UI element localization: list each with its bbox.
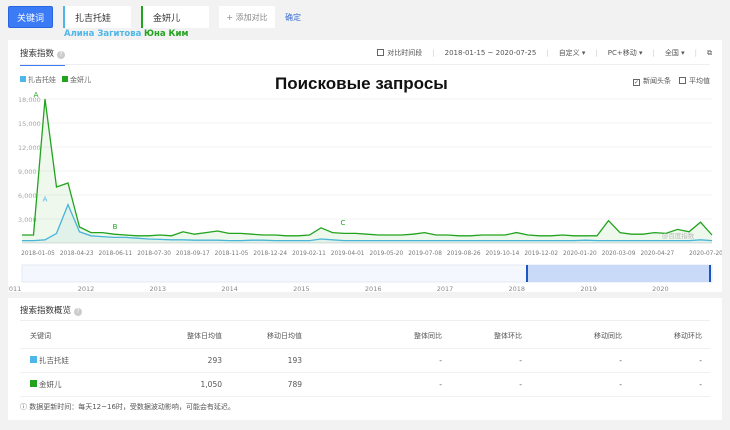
search-index-panel: 搜索指数? 对比时间段 | 2018-01-15 ~ 2020-07-25 | 自定… <box>8 40 722 292</box>
x-tick-label: 2019-05-20 <box>370 251 404 257</box>
x-tick-label: 2018-12-24 <box>253 251 287 257</box>
y-tick-label: 6,000 <box>18 192 37 200</box>
keyword-caption-2: Юна Ким <box>144 29 189 39</box>
col-overall-mom: 整体环比 <box>450 324 530 349</box>
cell: - <box>310 372 450 397</box>
cell: 293 <box>120 348 230 373</box>
color-swatch <box>30 379 37 387</box>
update-note: ⓘ 数据更新时间：每天12~16时，受数据波动影响，可能会有延迟。 <box>20 403 235 411</box>
confirm-link[interactable]: 确定 <box>285 12 301 23</box>
watermark: @百度指数 <box>662 231 695 240</box>
cell: - <box>530 348 630 373</box>
keyword-input-2[interactable]: 金妍儿 <box>141 6 209 28</box>
col-overall-avg: 整体日均值 <box>120 324 230 349</box>
table-header: 关键词 整体日均值 移动日均值 整体同比 整体环比 移动同比 移动环比 <box>20 324 710 349</box>
x-tick-label: 2018-07-30 <box>137 251 171 257</box>
annotation-marker: B <box>113 223 118 231</box>
col-keyword: 关键词 <box>20 324 120 349</box>
col-mobile-yoy: 移动同比 <box>530 324 630 349</box>
keyword-caption-1: Алина Загитова <box>64 29 142 39</box>
timeline-year-label: 2014 <box>221 285 238 292</box>
y-tick-label: 15,000 <box>18 120 41 128</box>
col-mobile-avg: 移动日均值 <box>230 324 310 349</box>
cell: 1,050 <box>120 372 230 397</box>
x-tick-label: 2019-07-08 <box>408 251 442 257</box>
x-tick-label: 2019-12-02 <box>524 251 558 257</box>
x-tick-label: 2018-04-23 <box>60 251 94 257</box>
timeline-year-label: 2017 <box>437 285 454 292</box>
add-compare-button[interactable]: + 添加对比 <box>219 6 275 28</box>
x-tick-label: 2018-11-05 <box>215 251 249 257</box>
cell: - <box>450 372 530 397</box>
help-icon[interactable]: ? <box>74 308 83 316</box>
x-tick-label: 2018-09-17 <box>176 251 210 257</box>
y-tick-label: 3,000 <box>18 216 37 224</box>
cell: - <box>310 348 450 373</box>
x-tick-label: 2020-03-09 <box>602 251 636 257</box>
annotation-marker: A <box>34 91 39 99</box>
cell: 193 <box>230 348 310 373</box>
x-tick-label: 2018-01-05 <box>21 251 55 257</box>
cell: - <box>450 348 530 373</box>
cell: 789 <box>230 372 310 397</box>
timeline-year-label: 2016 <box>365 285 382 292</box>
divider <box>20 320 710 321</box>
timeline-year-label: 2015 <box>293 285 310 292</box>
timeline-year-label: 2018 <box>509 285 526 292</box>
x-tick-label: 2019-08-26 <box>447 251 481 257</box>
x-tick-label: 2020-01-20 <box>563 251 597 257</box>
series-line-2 <box>22 98 713 237</box>
x-tick-label: 2019-02-11 <box>292 251 326 257</box>
keyword-input-1[interactable]: 扎吉托娃 <box>63 6 131 28</box>
row-keyword: 扎吉托娃 <box>39 355 69 365</box>
timeline-year-label: 2013 <box>150 285 167 292</box>
overview-title: 搜索指数概览? <box>20 304 83 316</box>
annotation-marker: C <box>341 219 346 227</box>
cell: - <box>630 348 710 373</box>
keyword-button[interactable]: 关键词 <box>8 6 53 28</box>
cell: - <box>530 372 630 397</box>
timeline-handle-left[interactable] <box>526 265 528 282</box>
overview-panel: 搜索指数概览? 关键词 整体日均值 移动日均值 整体同比 整体环比 移动同比 移… <box>8 298 722 420</box>
y-tick-label: 9,000 <box>18 168 37 176</box>
table-row: 扎吉托娃 293 193 -- -- <box>20 348 710 373</box>
table-row: 金妍儿 1,050 789 -- -- <box>20 372 710 397</box>
y-tick-label: 12,000 <box>18 144 41 152</box>
color-swatch <box>30 355 37 363</box>
overview-table: 关键词 整体日均值 移动日均值 整体同比 整体环比 移动同比 移动环比 扎吉托娃… <box>20 324 710 397</box>
x-tick-label: 2020-04-27 <box>640 251 674 257</box>
timeline-year-label: 2020 <box>652 285 669 292</box>
keyword-bar: 关键词 扎吉托娃 金妍儿 + 添加对比 确定 <box>8 6 301 28</box>
search-index-chart[interactable]: 3,0006,0009,00012,00015,00018,0002018-01… <box>8 40 722 292</box>
x-tick-label: 2018-06-11 <box>99 251 133 257</box>
timeline-handle-right[interactable] <box>709 265 711 282</box>
col-overall-yoy: 整体同比 <box>310 324 450 349</box>
x-tick-label: 2019-04-01 <box>331 251 365 257</box>
cell: - <box>630 372 710 397</box>
timeline-year-label: 2012 <box>78 285 95 292</box>
col-mobile-mom: 移动环比 <box>630 324 710 349</box>
timeline-year-label: 2019 <box>580 285 597 292</box>
x-tick-label: 2019-10-14 <box>486 251 520 257</box>
row-keyword: 金妍儿 <box>39 379 62 389</box>
annotation-marker: A <box>43 196 48 204</box>
timeline-year-label: 2011 <box>8 285 21 292</box>
timeline-selection <box>527 265 710 282</box>
x-tick-label: 2020-07-20 <box>689 251 722 257</box>
